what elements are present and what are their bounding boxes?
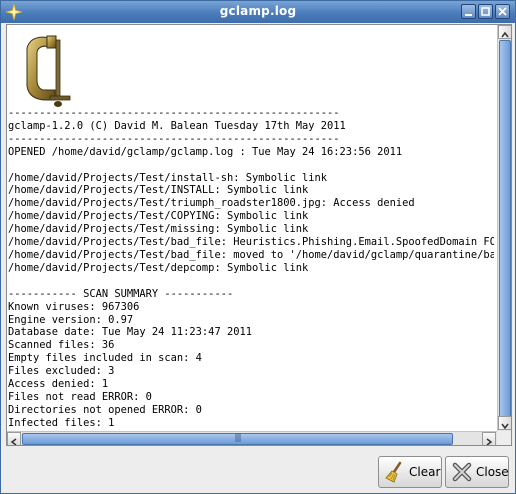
close-icon <box>498 7 507 16</box>
vertical-scroll-thumb[interactable] <box>499 40 511 418</box>
horizontal-scroll-thumb[interactable]: ||| <box>22 433 453 445</box>
scroll-grip: ||| <box>234 433 241 443</box>
title-bar[interactable]: gclamp.log <box>1 1 515 23</box>
broom-icon <box>385 461 402 483</box>
clear-button[interactable]: Clear <box>378 456 442 488</box>
log-content: ----------------------------------------… <box>8 107 494 429</box>
scroll-right-button[interactable] <box>482 432 496 445</box>
close-window-button[interactable] <box>495 4 510 19</box>
scrollbar-corner <box>497 431 511 445</box>
arrow-left-icon <box>10 438 17 445</box>
clear-button-label: Clear <box>409 465 441 479</box>
scroll-down-button[interactable] <box>498 416 511 430</box>
minimize-button[interactable] <box>461 4 476 19</box>
maximize-button[interactable] <box>478 4 493 19</box>
gclamp-log-window: gclamp.log -----------------------------… <box>0 0 516 494</box>
window-title: gclamp.log <box>219 4 297 18</box>
close-x-icon <box>452 462 472 482</box>
close-button-label: Close <box>476 465 509 479</box>
log-text-view[interactable]: ----------------------------------------… <box>6 24 512 446</box>
minimize-icon <box>465 14 472 16</box>
scroll-left-button[interactable] <box>7 432 21 445</box>
vertical-scrollbar[interactable] <box>497 25 511 431</box>
c-clamp-logo <box>26 35 71 107</box>
close-button[interactable]: Close <box>445 456 509 488</box>
scroll-up-button[interactable] <box>498 25 511 39</box>
maximize-icon <box>481 7 490 16</box>
arrow-right-icon <box>486 438 493 445</box>
horizontal-scrollbar[interactable]: ||| <box>7 431 497 445</box>
